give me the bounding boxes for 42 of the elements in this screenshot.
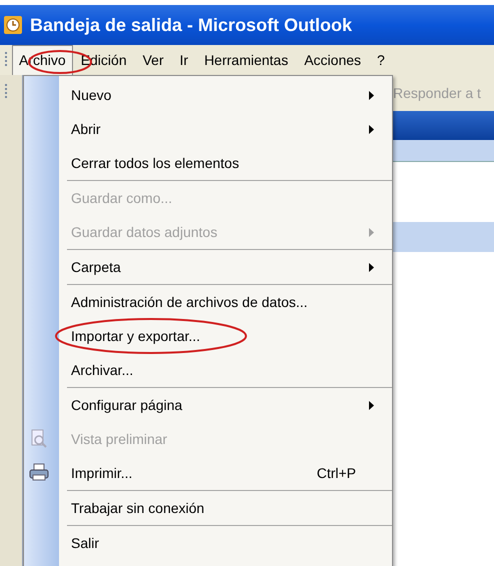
menu-item-label: Guardar datos adjuntos [71,222,218,242]
magnifier-page-icon [29,429,49,449]
shortcut-label: Ctrl+P [316,464,356,482]
menu-item-label: Salir [71,534,100,552]
menu-bar-item[interactable]: ? [369,50,393,70]
menu-item-label: Carpeta [71,258,121,277]
menu-item-label: Archivar... [71,360,134,380]
menu-item-label: Imprimir... [71,464,132,483]
submenu-arrow-icon [369,124,374,134]
menu-item[interactable]: Administración de archivos de datos... [67,285,392,319]
menu-item[interactable]: Archivar... [67,353,392,387]
menu-item-label: Guardar como... [71,188,172,208]
grip-icon [4,83,8,101]
menu-item-label: Vista preliminar [71,430,168,449]
menu-item[interactable]: Configurar página [67,388,392,422]
menu-item-label: Configurar página [71,396,182,415]
menu-item-label: Importar y exportar... [71,326,200,346]
menu-item[interactable]: Nuevo [67,78,392,112]
submenu-arrow-icon [369,228,374,236]
menu-bar-item[interactable]: Ir [172,50,196,70]
menu-item[interactable]: Salir [67,526,392,560]
submenu-arrow-icon [369,262,374,272]
menu-item-label: Trabajar sin conexión [71,498,204,518]
submenu-arrow-icon [369,90,374,100]
menu-item-label: Abrir [71,120,101,138]
menu-item[interactable]: Abrir [67,112,392,146]
menu-item-label: Administración de archivos de datos... [71,292,308,312]
menu-item[interactable]: Carpeta [67,250,392,284]
window-title: Bandeja de salida - Microsoft Outlook [30,14,352,37]
menu-bar-item[interactable]: Herramientas [196,50,296,70]
menu-item[interactable]: Trabajar sin conexión [67,491,392,525]
grip-icon [4,51,8,69]
clock-icon [4,16,22,34]
menu-bar-item[interactable]: Acciones [296,50,370,70]
menu-item-label: Nuevo [71,86,112,104]
menu-item[interactable]: Imprimir... Ctrl+P [67,456,392,490]
printer-icon [29,463,49,481]
menu-item[interactable]: Importar y exportar... [67,319,392,353]
menu-item-label: Cerrar todos los elementos [71,154,240,172]
menu-bar-item[interactable]: Ver [134,50,172,70]
submenu-arrow-icon [369,400,374,410]
menu-item[interactable]: Cerrar todos los elementos [67,146,392,180]
